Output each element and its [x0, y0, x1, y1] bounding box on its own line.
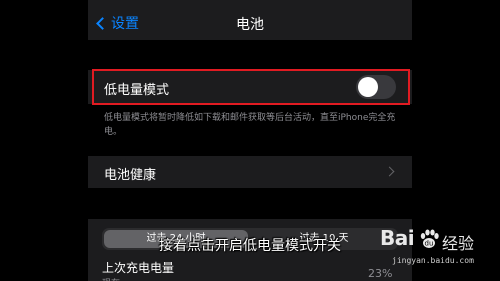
last-charge-label: 上次充电电量	[102, 261, 175, 275]
last-charge-time: 现在	[102, 276, 120, 281]
low-power-mode-row: 低电量模式	[88, 70, 412, 104]
paw-icon: du	[420, 229, 439, 248]
chevron-right-icon	[384, 166, 395, 177]
battery-health-row[interactable]: 电池健康	[88, 156, 412, 188]
battery-health-label: 电池健康	[104, 168, 157, 183]
low-power-mode-description: 低电量模式将暂时降低如下载和邮件获取等后台活动，直至iPhone完全充电。	[104, 113, 396, 137]
watermark-suffix: 经验	[442, 234, 475, 253]
page-title: 电池	[236, 17, 264, 33]
navigation-bar: 设置 电池	[88, 0, 412, 40]
watermark-logo-text: Bai	[380, 226, 415, 250]
svg-text:du: du	[425, 240, 434, 248]
low-power-mode-toggle[interactable]	[356, 75, 396, 99]
toggle-knob	[358, 77, 378, 97]
low-power-mode-label: 低电量模式	[104, 83, 170, 98]
watermark-url: jingyan.baidu.com	[392, 256, 474, 265]
baidu-jingyan-watermark: Bai du 经验 jingyan.baidu.com	[380, 222, 496, 278]
